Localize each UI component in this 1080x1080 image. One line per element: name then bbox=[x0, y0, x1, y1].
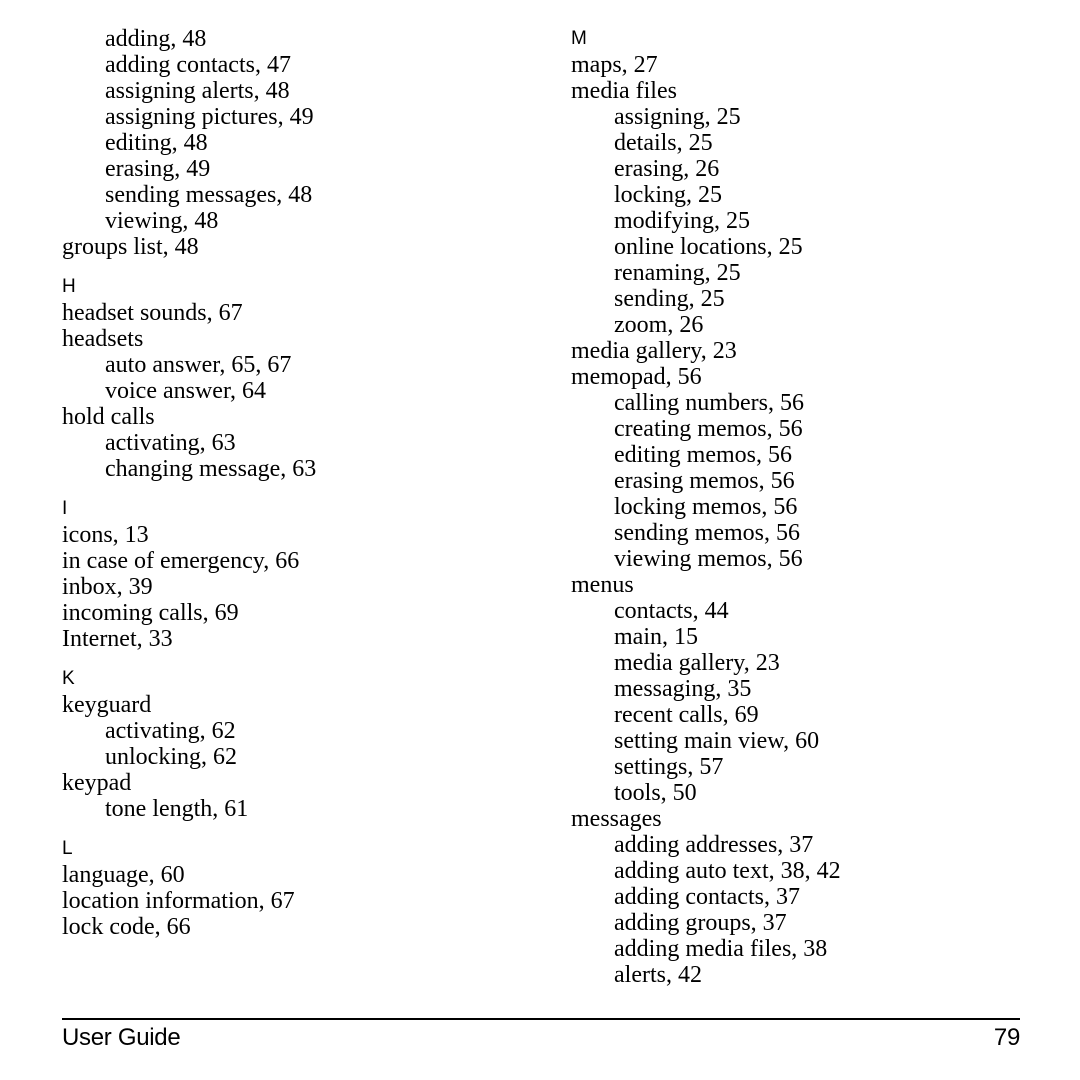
index-entry: memopad, 56 bbox=[571, 364, 702, 390]
index-subentry: sending messages, 48 bbox=[105, 182, 313, 208]
index-entry: media files bbox=[571, 78, 677, 104]
index-subentry: settings, 57 bbox=[614, 754, 724, 780]
index-subentry: adding addresses, 37 bbox=[614, 832, 814, 858]
index-subentry: adding contacts, 47 bbox=[105, 52, 291, 78]
index-subentry: setting main view, 60 bbox=[614, 728, 820, 754]
index-entry: in case of emergency, 66 bbox=[62, 548, 300, 574]
index-subentry: editing, 48 bbox=[105, 130, 208, 156]
index-subentry: adding, 48 bbox=[105, 26, 207, 52]
index-subentry: erasing memos, 56 bbox=[614, 468, 795, 494]
footer-divider bbox=[62, 1018, 1020, 1020]
index-section: adding, 48 adding contacts, 47 assigning a… bbox=[62, 26, 522, 260]
index-subentry: sending memos, 56 bbox=[614, 520, 800, 546]
footer-row: User Guide 79 bbox=[62, 1024, 1020, 1052]
index-entry: headsets bbox=[62, 326, 144, 352]
index-entry: icons, 13 bbox=[62, 522, 149, 548]
footer-page-number: 79 bbox=[993, 1024, 1020, 1051]
index-entry: inbox, 39 bbox=[62, 574, 153, 600]
index-subentry: renaming, 25 bbox=[614, 260, 741, 286]
index-subentry: assigning pictures, 49 bbox=[105, 104, 314, 130]
index-subentry: activating, 63 bbox=[105, 430, 236, 456]
index-entry: keyguard bbox=[62, 692, 152, 718]
index-subentry: tone length, 61 bbox=[105, 796, 249, 822]
index-subentry: activating, 62 bbox=[105, 718, 236, 744]
index-subentry: messaging, 35 bbox=[614, 676, 752, 702]
page-footer: User Guide 79 bbox=[62, 1018, 1020, 1052]
footer-document-title: User Guide bbox=[62, 1024, 181, 1051]
index-entry: hold calls bbox=[62, 404, 155, 430]
index-subentry: editing memos, 56 bbox=[614, 442, 792, 468]
index-subentry: modifying, 25 bbox=[614, 208, 750, 234]
index-subentry: viewing memos, 56 bbox=[614, 546, 803, 572]
index-subentry: contacts, 44 bbox=[614, 598, 729, 624]
index-subentry: adding contacts, 37 bbox=[614, 884, 800, 910]
index-letter-heading: L bbox=[62, 838, 73, 859]
index-section: Llanguage, 60 location information, 67 loc… bbox=[62, 836, 522, 940]
index-entry: messages bbox=[571, 806, 662, 832]
index-entry: keypad bbox=[62, 770, 132, 796]
index-section: Iicons, 13 in case of emergency, 66 inbox,… bbox=[62, 496, 522, 652]
index-section: Hheadset sounds, 67 headsets auto answer, … bbox=[62, 274, 522, 482]
index-subentry: assigning alerts, 48 bbox=[105, 78, 290, 104]
index-subentry: locking, 25 bbox=[614, 182, 722, 208]
index-section: Kkeyguard activating, 62 unlocking, 62 keyp… bbox=[62, 666, 522, 822]
index-subentry: alerts, 42 bbox=[614, 962, 702, 988]
index-subentry: assigning, 25 bbox=[614, 104, 741, 130]
index-subentry: locking memos, 56 bbox=[614, 494, 798, 520]
index-subentry: viewing, 48 bbox=[105, 208, 219, 234]
index-letter-heading: K bbox=[62, 668, 75, 689]
index-subentry: changing message, 63 bbox=[105, 456, 317, 482]
index-letter-heading: M bbox=[571, 28, 588, 49]
index-letter-heading: H bbox=[62, 276, 76, 297]
index-entry: groups list, 48 bbox=[62, 234, 199, 260]
index-subentry: zoom, 26 bbox=[614, 312, 704, 338]
index-subentry: tools, 50 bbox=[614, 780, 697, 806]
index-page: adding, 48 adding contacts, 47 assigning a… bbox=[0, 0, 1080, 1080]
index-subentry: main, 15 bbox=[614, 624, 698, 650]
index-columns: adding, 48 adding contacts, 47 assigning a… bbox=[0, 0, 1080, 1010]
index-subentry: details, 25 bbox=[614, 130, 713, 156]
index-entry: Internet, 33 bbox=[62, 626, 173, 652]
index-column-right: Mmaps, 27 media files assigning, 25 details… bbox=[571, 26, 1031, 988]
index-subentry: erasing, 49 bbox=[105, 156, 211, 182]
index-subentry: creating memos, 56 bbox=[614, 416, 803, 442]
index-subentry: unlocking, 62 bbox=[105, 744, 237, 770]
index-entry: incoming calls, 69 bbox=[62, 600, 239, 626]
index-letter-heading: I bbox=[62, 498, 68, 519]
index-subentry: adding media files, 38 bbox=[614, 936, 828, 962]
index-section: Mmaps, 27 media files assigning, 25 details… bbox=[571, 26, 1031, 988]
index-subentry: online locations, 25 bbox=[614, 234, 803, 260]
index-subentry: auto answer, 65, 67 bbox=[105, 352, 292, 378]
index-subentry: calling numbers, 56 bbox=[614, 390, 804, 416]
index-entry: media gallery, 23 bbox=[571, 338, 737, 364]
index-subentry: voice answer, 64 bbox=[105, 378, 266, 404]
index-entry: location information, 67 bbox=[62, 888, 295, 914]
index-entry: menus bbox=[571, 572, 634, 598]
index-column-left: adding, 48 adding contacts, 47 assigning a… bbox=[62, 26, 522, 940]
index-subentry: adding groups, 37 bbox=[614, 910, 787, 936]
index-entry: maps, 27 bbox=[571, 52, 658, 78]
index-subentry: recent calls, 69 bbox=[614, 702, 759, 728]
index-subentry: media gallery, 23 bbox=[614, 650, 780, 676]
index-entry: language, 60 bbox=[62, 862, 185, 888]
index-subentry: adding auto text, 38, 42 bbox=[614, 858, 841, 884]
index-entry: lock code, 66 bbox=[62, 914, 191, 940]
index-subentry: erasing, 26 bbox=[614, 156, 720, 182]
index-subentry: sending, 25 bbox=[614, 286, 725, 312]
index-entry: headset sounds, 67 bbox=[62, 300, 243, 326]
